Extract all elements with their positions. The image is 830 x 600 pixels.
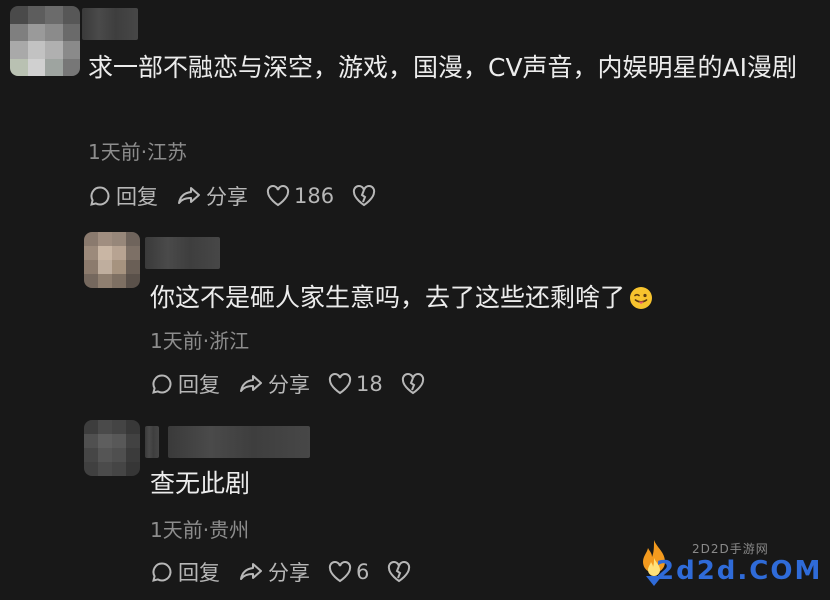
comment-bubble-icon [152, 562, 172, 582]
share-label: 分享 [206, 185, 248, 209]
comment-meta: 1天前·江苏 [88, 140, 188, 164]
comment-actions: 回复 分享 6 [150, 557, 429, 587]
comment-text-content: 你这不是砸人家生意吗，去了这些还剩啥了 [150, 283, 626, 312]
comment-bubble-icon [90, 186, 110, 206]
comment-bubble-icon [152, 374, 172, 394]
reply-label: 回复 [116, 185, 158, 209]
share-button[interactable]: 分享 [238, 369, 310, 399]
username[interactable] [145, 426, 159, 458]
comment-meta: 1天前·贵州 [150, 518, 250, 542]
share-button[interactable]: 分享 [238, 557, 310, 587]
comment-actions: 回复 分享 18 [150, 369, 443, 399]
like-button[interactable]: 6 [328, 560, 369, 584]
share-arrow-icon [178, 187, 200, 204]
username-badge [168, 426, 310, 458]
reply-button[interactable]: 回复 [150, 369, 220, 399]
watermark: 2D2D手游网 2d2d.COM [632, 538, 822, 596]
avatar[interactable] [10, 6, 80, 76]
avatar[interactable] [84, 232, 140, 288]
comment-text: 你这不是砸人家生意吗，去了这些还剩啥了 [150, 278, 790, 318]
comment-text: 查无此剧 [150, 469, 251, 498]
like-button[interactable]: 18 [328, 372, 383, 396]
username[interactable] [82, 8, 138, 40]
share-label: 分享 [268, 561, 310, 585]
comment-actions: 回复 分享 186 [88, 181, 394, 211]
reply-label: 回复 [178, 561, 220, 585]
broken-heart-icon [388, 561, 411, 583]
like-count: 6 [356, 560, 370, 584]
like-count: 18 [356, 372, 383, 396]
comment-text: 求一部不融恋与深空，游戏，国漫，CV声音，内娱明星的AI漫剧 [88, 53, 798, 82]
comment-item: 你这不是砸人家生意吗，去了这些还剩啥了 1天前·浙江 回复 分享 18 [0, 220, 830, 410]
wink-tongue-emoji-icon [630, 287, 653, 309]
username[interactable] [145, 237, 220, 269]
share-arrow-icon [240, 375, 262, 392]
avatar[interactable] [84, 420, 140, 476]
like-button[interactable]: 186 [266, 184, 334, 208]
share-label: 分享 [268, 373, 310, 397]
dislike-button[interactable] [387, 561, 411, 583]
like-count: 186 [294, 184, 335, 208]
heart-icon [328, 373, 352, 395]
heart-icon [266, 185, 290, 207]
watermark-site: 2D2D手游网 [692, 542, 769, 556]
watermark-domain: 2d2d.COM [656, 556, 823, 586]
broken-heart-icon [401, 373, 424, 395]
dislike-button[interactable] [401, 373, 425, 395]
comment-meta: 1天前·浙江 [150, 329, 250, 353]
reply-label: 回复 [178, 373, 220, 397]
comment-item: 求一部不融恋与深空，游戏，国漫，CV声音，内娱明星的AI漫剧 1天前·江苏 回复… [0, 0, 830, 220]
share-button[interactable]: 分享 [176, 181, 248, 211]
reply-button[interactable]: 回复 [150, 557, 220, 587]
heart-icon [328, 561, 352, 583]
share-arrow-icon [240, 563, 262, 580]
broken-heart-icon [353, 185, 376, 207]
dislike-button[interactable] [352, 185, 376, 207]
reply-button[interactable]: 回复 [88, 181, 158, 211]
